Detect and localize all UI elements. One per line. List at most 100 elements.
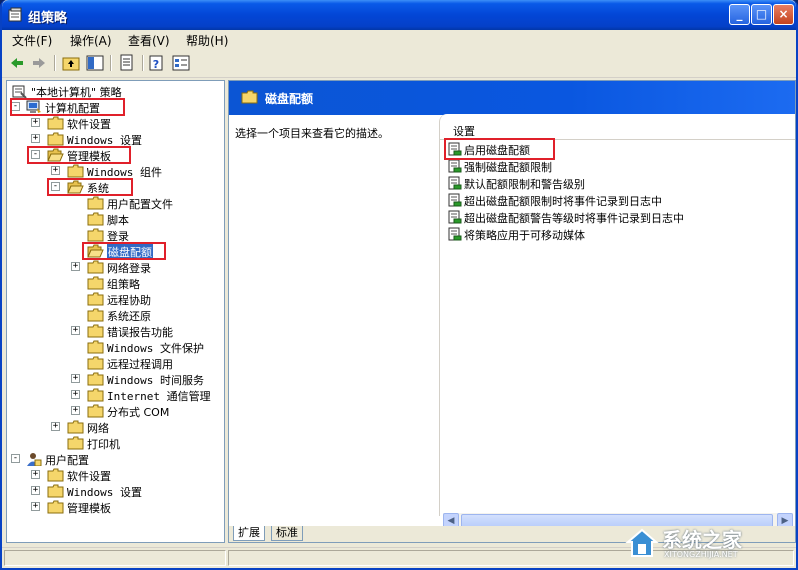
expand-icon[interactable]: +: [31, 470, 40, 479]
folder-icon: [87, 308, 104, 322]
menu-help[interactable]: 帮助(H): [186, 32, 228, 49]
expand-icon[interactable]: +: [31, 502, 40, 511]
setting-item-label: 强制磁盘配额限制: [464, 161, 552, 174]
help-icon[interactable]: ?: [148, 54, 166, 72]
policy-icon: [12, 85, 27, 98]
tree-node[interactable]: "本地计算机" 策略: [7, 83, 224, 99]
tree-node-label: 分布式 COM: [107, 406, 170, 419]
tree-node[interactable]: 组策略: [7, 275, 224, 291]
folder-icon: [87, 292, 104, 306]
folder-icon: [241, 90, 258, 104]
folder-icon: [47, 468, 64, 482]
folder-icon: [87, 356, 104, 370]
tab-standard[interactable]: 标准: [271, 526, 303, 541]
folder-icon: [87, 340, 104, 354]
window-title: 组策略: [28, 11, 68, 26]
tree-node-label: 用户配置: [45, 454, 89, 467]
tree-node[interactable]: + Windows 组件: [7, 163, 224, 179]
highlight-box: [47, 178, 133, 196]
forward-arrow-icon[interactable]: [30, 54, 48, 72]
menu-file[interactable]: 文件(F): [12, 32, 52, 49]
setting-icon: [448, 210, 462, 224]
setting-item-label: 默认配额限制和警告级别: [464, 178, 585, 191]
tree-node[interactable]: + 网络登录: [7, 259, 224, 275]
tree-node-label: Windows 文件保护: [107, 342, 204, 355]
folder-icon: [87, 260, 104, 274]
close-button[interactable]: ×: [773, 4, 794, 25]
setting-item-label: 超出磁盘配额警告等级时将事件记录到日志中: [464, 212, 684, 225]
tree-node-label: 用户配置文件: [107, 198, 173, 211]
watermark-house-icon: [625, 528, 659, 557]
tree-node[interactable]: + 网络: [7, 419, 224, 435]
tree-node[interactable]: 系统还原: [7, 307, 224, 323]
folder-icon: [87, 388, 104, 402]
tree-node[interactable]: 登录: [7, 227, 224, 243]
expand-icon[interactable]: +: [31, 486, 40, 495]
tree-node[interactable]: + Windows 设置: [7, 131, 224, 147]
folder-icon: [67, 164, 84, 178]
up-folder-icon[interactable]: [62, 54, 80, 72]
maximize-icon: □: [755, 7, 768, 21]
setting-icon: [448, 159, 462, 173]
svg-text:?: ?: [153, 58, 159, 71]
tab-extended-label: 扩展: [238, 526, 260, 539]
tree-node[interactable]: + 软件设置: [7, 115, 224, 131]
policy-app-icon: [8, 7, 22, 22]
tree-node-label: 网络登录: [107, 262, 151, 275]
tree-node[interactable]: + 分布式 COM: [7, 403, 224, 419]
tree-node[interactable]: + 错误报告功能: [7, 323, 224, 339]
back-arrow-icon[interactable]: [8, 54, 26, 72]
expand-icon[interactable]: +: [51, 422, 60, 431]
highlight-box: [27, 146, 131, 164]
tree-node[interactable]: 用户配置文件: [7, 195, 224, 211]
expand-icon[interactable]: +: [71, 374, 80, 383]
user-icon: [27, 453, 42, 466]
tree-node[interactable]: 远程过程调用: [7, 355, 224, 371]
title-bar[interactable]: 组策略 _ □ ×: [2, 0, 796, 30]
tree-node[interactable]: + 管理模板: [7, 499, 224, 515]
menu-action[interactable]: 操作(A): [70, 32, 112, 49]
toolbar-separator: [142, 55, 144, 71]
export-list-icon[interactable]: [118, 54, 136, 72]
menu-view[interactable]: 查看(V): [128, 32, 170, 49]
close-icon: ×: [778, 7, 789, 21]
show-hide-tree-icon[interactable]: [86, 54, 104, 72]
folder-icon: [87, 372, 104, 386]
folder-icon: [87, 276, 104, 290]
tree-node[interactable]: + Windows 设置: [7, 483, 224, 499]
expand-icon[interactable]: +: [71, 390, 80, 399]
expand-icon[interactable]: +: [71, 262, 80, 271]
chevron-left-icon: ◀: [447, 516, 455, 526]
expand-icon[interactable]: +: [31, 134, 40, 143]
expand-icon[interactable]: +: [31, 118, 40, 127]
tab-extended[interactable]: 扩展: [233, 526, 265, 541]
details-header: 磁盘配额: [229, 81, 795, 115]
expand-icon[interactable]: +: [51, 166, 60, 175]
watermark-subtext: XITONGZHIJIA.NET: [664, 550, 738, 559]
tree-node[interactable]: Windows 文件保护: [7, 339, 224, 355]
expand-icon[interactable]: +: [71, 406, 80, 415]
minimize-button[interactable]: _: [729, 4, 750, 25]
maximize-button[interactable]: □: [751, 4, 772, 25]
folder-icon: [87, 228, 104, 242]
tree-node[interactable]: 远程协助: [7, 291, 224, 307]
expand-icon[interactable]: +: [71, 326, 80, 335]
tree-node[interactable]: - 用户配置: [7, 451, 224, 467]
toolbar: ?: [2, 50, 796, 78]
folder-icon: [67, 436, 84, 450]
setting-item-label: 超出磁盘配额限制时将事件记录到日志中: [464, 195, 662, 208]
tree-node-label: 组策略: [107, 278, 140, 291]
folder-icon: [87, 404, 104, 418]
tree-node-label: 软件设置: [67, 470, 111, 483]
tree-node[interactable]: + Internet 通信管理: [7, 387, 224, 403]
tree-node[interactable]: 打印机: [7, 435, 224, 451]
collapse-icon[interactable]: -: [11, 454, 20, 463]
tree-node[interactable]: + 软件设置: [7, 467, 224, 483]
properties-icon[interactable]: [172, 54, 190, 72]
tree-node-label: 脚本: [107, 214, 129, 227]
console-tree[interactable]: "本地计算机" 策略 - 计算机配置 + 软件设置 + Windows 设置 - 管理模板 + Wi…: [6, 80, 225, 543]
tree-node[interactable]: 脚本: [7, 211, 224, 227]
tree-node-label: 系统还原: [107, 310, 151, 323]
tree-node-label: Windows 时间服务: [107, 374, 204, 387]
tree-node[interactable]: + Windows 时间服务: [7, 371, 224, 387]
